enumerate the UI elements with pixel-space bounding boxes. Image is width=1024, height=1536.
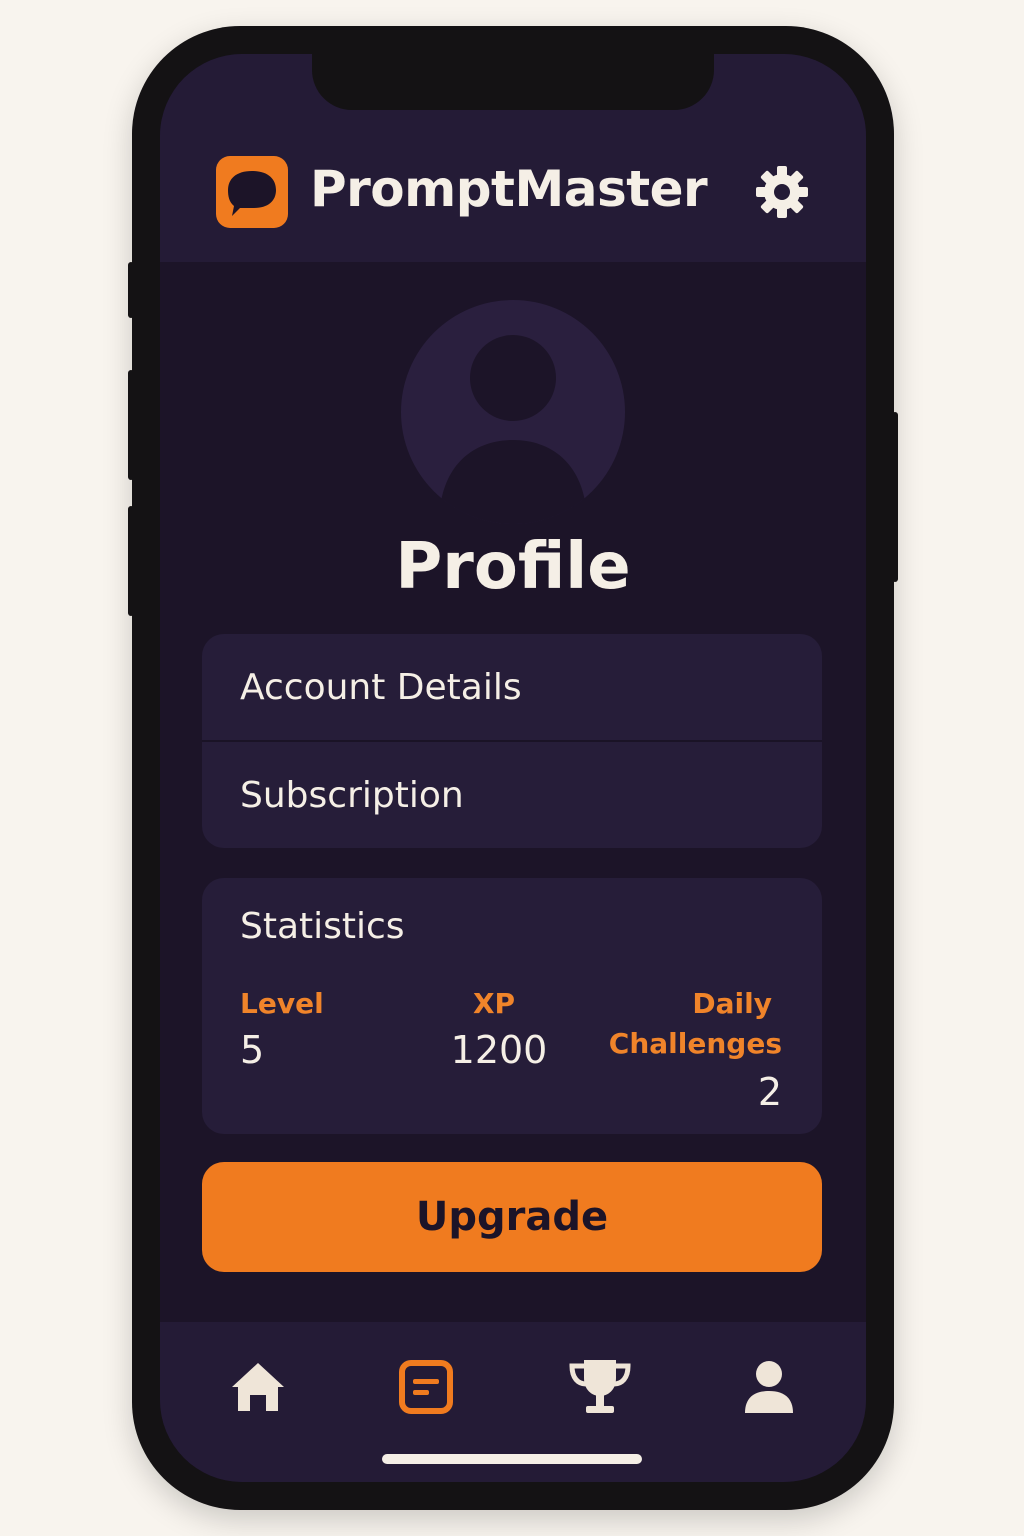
menu-item-label: Subscription	[240, 774, 464, 816]
daily-challenges-label-line1: Daily	[692, 987, 772, 1020]
trophy-icon[interactable]	[565, 1352, 635, 1422]
upgrade-button[interactable]: Upgrade	[202, 1162, 822, 1272]
chat-bubble-icon	[216, 156, 288, 228]
level-label: Level	[240, 987, 324, 1020]
home-icon[interactable]	[223, 1352, 293, 1422]
phone-frame: PromptMaster Profile Account Details Sub…	[128, 26, 898, 1510]
profile-icon[interactable]	[734, 1352, 804, 1422]
screen: PromptMaster Profile Account Details Sub…	[160, 54, 866, 1482]
statistics-card: Statistics Level 5 XP 1200 Daily Challen…	[202, 878, 822, 1134]
xp-value: 1200	[450, 1028, 548, 1072]
volume-up-button	[128, 370, 134, 480]
app-title: PromptMaster	[310, 160, 708, 218]
level-value: 5	[240, 1028, 265, 1072]
daily-challenges-value: 2	[757, 1070, 782, 1114]
notch	[312, 54, 714, 110]
mute-switch	[128, 262, 134, 318]
gear-icon[interactable]	[752, 162, 812, 222]
subscription-item[interactable]: Subscription	[202, 742, 822, 848]
profile-menu: Account Details Subscription	[202, 634, 822, 848]
menu-item-label: Account Details	[240, 666, 522, 708]
bottom-nav	[160, 1322, 866, 1482]
volume-down-button	[128, 506, 134, 616]
page-title: Profile	[395, 530, 631, 604]
xp-label: XP	[472, 987, 516, 1020]
account-details-item[interactable]: Account Details	[202, 634, 822, 740]
user-silhouette-icon[interactable]	[401, 300, 625, 524]
daily-challenges-label-line2: Challenges	[608, 1027, 782, 1060]
statistics-title: Statistics	[240, 906, 405, 947]
prompts-icon[interactable]	[391, 1352, 461, 1422]
power-button	[892, 412, 898, 582]
